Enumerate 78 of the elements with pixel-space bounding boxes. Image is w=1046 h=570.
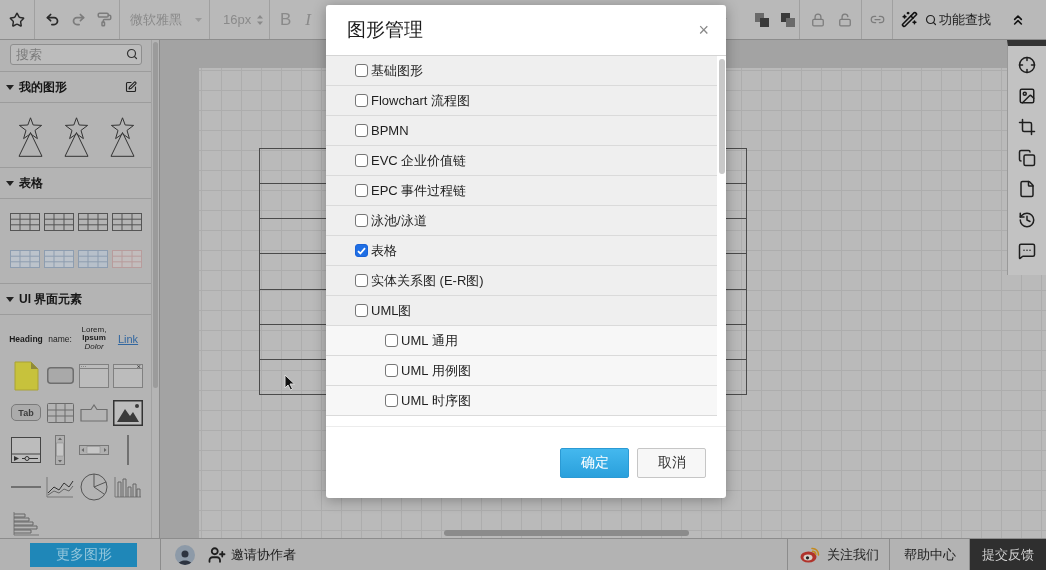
option-label[interactable]: EPC 事件过程链	[371, 181, 467, 200]
table-icon[interactable]	[10, 213, 40, 231]
undo-icon[interactable]	[45, 12, 60, 27]
option-label[interactable]: 表格	[371, 241, 397, 260]
scrollbar[interactable]	[444, 530, 689, 536]
option-label[interactable]: BPMN	[371, 123, 409, 138]
checkbox[interactable]	[355, 154, 368, 167]
logo-icon[interactable]	[800, 546, 820, 563]
label-sample[interactable]: name:	[48, 333, 72, 344]
scrollbar[interactable]	[153, 42, 158, 388]
crosshair-icon[interactable]	[1018, 56, 1036, 74]
checkbox[interactable]	[355, 124, 368, 137]
overlapping-squares-icon[interactable]	[780, 11, 796, 28]
option-label[interactable]: Flowchart 流程图	[371, 91, 470, 110]
checkbox[interactable]	[355, 214, 368, 227]
rounded-rect-icon[interactable]	[46, 367, 74, 384]
video-player-icon[interactable]	[11, 436, 41, 463]
close-button[interactable]: ×	[696, 19, 711, 41]
table-icon[interactable]	[46, 402, 74, 423]
callout-icon[interactable]	[80, 403, 108, 422]
horizontal-line-icon[interactable]	[11, 485, 41, 488]
table-icon[interactable]	[78, 213, 108, 231]
star-icon[interactable]	[9, 11, 25, 28]
checkbox[interactable]	[385, 394, 398, 407]
vertical-scrollbar-icon[interactable]	[55, 434, 65, 465]
picture-icon[interactable]	[1018, 87, 1036, 105]
horizontal-scrollbar-icon[interactable]	[79, 444, 109, 455]
scrollbar[interactable]	[719, 59, 725, 174]
option-label[interactable]: 实体关系图 (E-R图)	[371, 271, 484, 290]
edit-icon[interactable]	[125, 81, 137, 93]
text-sample[interactable]: Lorem, Ipsum Dolor	[79, 325, 109, 352]
search-field[interactable]: 搜索	[10, 44, 142, 65]
option-label[interactable]: EVC 企业价值链	[371, 151, 467, 170]
history-icon[interactable]	[1018, 211, 1036, 229]
option-label[interactable]: UML 时序图	[401, 391, 471, 410]
overlapping-squares-icon[interactable]	[754, 11, 770, 28]
user-plus-icon	[208, 545, 226, 564]
line-chart-icon[interactable]	[46, 475, 74, 498]
page-icon[interactable]	[1018, 180, 1036, 198]
checkbox[interactable]	[355, 94, 368, 107]
checkbox[interactable]	[355, 64, 368, 77]
cancel-button[interactable]: 取消	[637, 447, 706, 478]
dialog-title: 图形管理	[347, 18, 424, 42]
magic-wand-icon[interactable]	[901, 11, 918, 28]
checkbox[interactable]	[385, 364, 398, 377]
copy-icon[interactable]	[1018, 149, 1036, 167]
star-triangle-icon[interactable]	[18, 117, 44, 157]
section-header[interactable]: UI 界面元素	[6, 290, 83, 308]
feedback-button[interactable]: 提交反馈	[969, 539, 1046, 570]
cursor-icon	[284, 374, 296, 391]
user-avatar	[175, 544, 195, 565]
option-label[interactable]: UML 用例图	[401, 361, 471, 380]
pie-chart-icon[interactable]	[80, 472, 108, 501]
feature-search-button[interactable]: 功能查找	[925, 10, 991, 29]
search-icon	[925, 13, 937, 26]
tab-sample[interactable]: Tab	[11, 404, 41, 421]
option-label[interactable]: UML 通用	[401, 331, 458, 350]
star-triangle-icon[interactable]	[64, 117, 89, 157]
heading-sample[interactable]: Heading	[9, 333, 43, 344]
checkbox[interactable]	[355, 274, 368, 287]
follow-link[interactable]: 关注我们	[787, 539, 889, 570]
option-label[interactable]: 泳池/泳道	[371, 211, 427, 230]
option-label[interactable]: UML图	[371, 301, 412, 320]
section-header[interactable]: 表格	[6, 174, 43, 192]
image-icon[interactable]	[113, 399, 143, 426]
checkbox[interactable]	[355, 184, 368, 197]
crop-icon[interactable]	[1018, 118, 1036, 136]
checkbox[interactable]	[355, 304, 368, 317]
section-header[interactable]: 我的图形	[6, 78, 67, 96]
comment-icon[interactable]	[1018, 242, 1036, 260]
table-icon[interactable]	[44, 213, 74, 231]
search-icon[interactable]	[126, 48, 138, 60]
invite-button[interactable]: 邀请协作者	[208, 539, 296, 570]
option-label[interactable]: 基础图形	[371, 61, 423, 80]
checkbox[interactable]	[385, 334, 398, 347]
table-icon[interactable]	[112, 213, 142, 231]
checkbox[interactable]	[355, 244, 368, 257]
star-triangle-icon[interactable]	[109, 117, 135, 157]
